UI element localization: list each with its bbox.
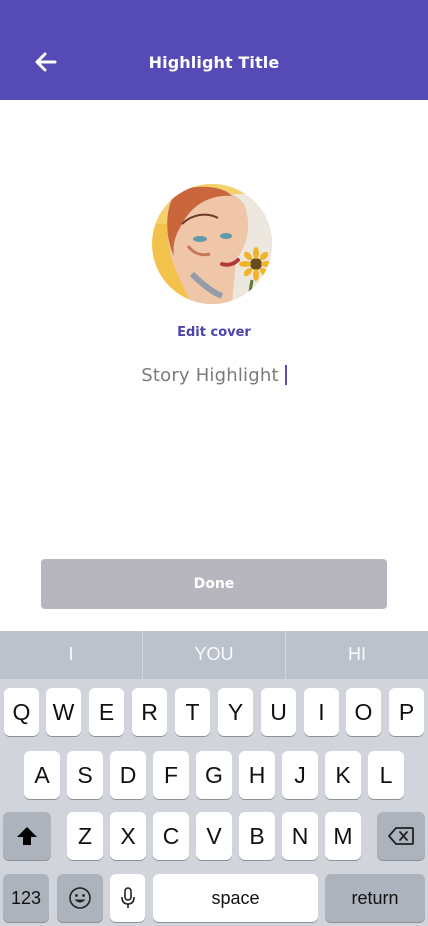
key-f[interactable]: F bbox=[153, 751, 189, 799]
app-bar: Highlight Title bbox=[0, 0, 428, 100]
key-a[interactable]: A bbox=[24, 751, 60, 799]
key-t[interactable]: T bbox=[175, 688, 210, 736]
emoji-icon bbox=[69, 887, 91, 909]
key-w[interactable]: W bbox=[46, 688, 81, 736]
suggestion-item[interactable]: YOU bbox=[143, 631, 286, 679]
backspace-icon bbox=[388, 827, 414, 845]
edit-cover-link[interactable]: Edit cover bbox=[0, 325, 428, 340]
key-b[interactable]: B bbox=[239, 812, 275, 860]
key-o[interactable]: O bbox=[346, 688, 381, 736]
emoji-key[interactable] bbox=[57, 874, 103, 922]
key-h[interactable]: H bbox=[239, 751, 275, 799]
return-key[interactable]: return bbox=[325, 874, 425, 922]
numbers-key[interactable]: 123 bbox=[3, 874, 49, 922]
key-x[interactable]: X bbox=[110, 812, 146, 860]
key-g[interactable]: G bbox=[196, 751, 232, 799]
key-q[interactable]: Q bbox=[4, 688, 39, 736]
key-e[interactable]: E bbox=[89, 688, 124, 736]
suggestion-item[interactable]: I bbox=[0, 631, 143, 679]
microphone-icon bbox=[120, 887, 135, 908]
delete-key[interactable] bbox=[377, 812, 425, 860]
key-m[interactable]: M bbox=[325, 812, 361, 860]
keyboard: I YOU HI Q W E R T Y U I O P A S D F G H… bbox=[0, 631, 428, 926]
key-v[interactable]: V bbox=[196, 812, 232, 860]
space-key[interactable]: space bbox=[153, 874, 318, 922]
done-button[interactable]: Done bbox=[41, 559, 387, 609]
title-input-value: Story Highlight bbox=[141, 364, 279, 386]
key-j[interactable]: J bbox=[282, 751, 318, 799]
key-y[interactable]: Y bbox=[218, 688, 253, 736]
microphone-key[interactable] bbox=[110, 874, 145, 922]
key-c[interactable]: C bbox=[153, 812, 189, 860]
key-r[interactable]: R bbox=[132, 688, 167, 736]
shift-arrow-icon bbox=[17, 827, 37, 845]
suggestion-item[interactable]: HI bbox=[286, 631, 428, 679]
highlight-cover-image[interactable] bbox=[152, 184, 272, 304]
key-n[interactable]: N bbox=[282, 812, 318, 860]
cover-portrait bbox=[152, 184, 272, 304]
key-u[interactable]: U bbox=[261, 688, 296, 736]
key-d[interactable]: D bbox=[110, 751, 146, 799]
key-l[interactable]: L bbox=[368, 751, 404, 799]
key-z[interactable]: Z bbox=[67, 812, 103, 860]
text-caret bbox=[284, 365, 287, 385]
key-i[interactable]: I bbox=[304, 688, 339, 736]
key-k[interactable]: K bbox=[325, 751, 361, 799]
page-title: Highlight Title bbox=[148, 53, 280, 72]
key-s[interactable]: S bbox=[67, 751, 103, 799]
highlight-title-input[interactable]: Story Highlight bbox=[0, 362, 428, 388]
shift-key[interactable] bbox=[3, 812, 51, 860]
suggestion-bar: I YOU HI bbox=[0, 631, 428, 679]
key-p[interactable]: P bbox=[389, 688, 424, 736]
